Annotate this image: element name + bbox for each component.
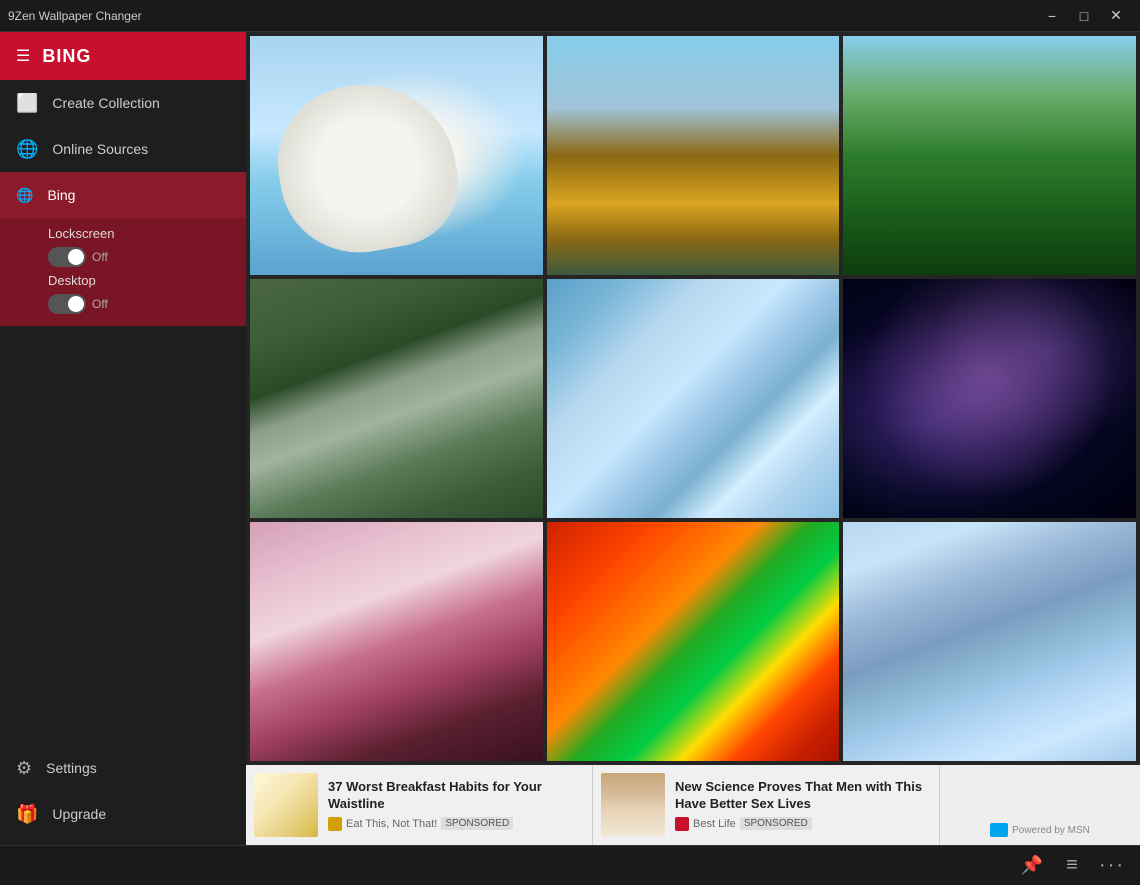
- ad-source-dot-1: [328, 817, 342, 831]
- ad-thumb-1: [254, 773, 318, 837]
- bing-label: Bing: [47, 187, 75, 203]
- title-bar-controls: − □ ✕: [1036, 0, 1132, 32]
- wallpaper-feathers[interactable]: [547, 522, 840, 761]
- more-icon: ···: [1099, 854, 1125, 877]
- desktop-toggle-group: Off: [48, 294, 108, 314]
- list-button[interactable]: ≡: [1056, 850, 1088, 882]
- sidebar-header: ☰ BING: [0, 32, 246, 80]
- desktop-toggle[interactable]: [48, 294, 86, 314]
- maximize-button[interactable]: □: [1068, 0, 1100, 32]
- wallpaper-autumn[interactable]: [547, 36, 840, 275]
- desktop-status: Off: [92, 297, 108, 311]
- ad-source-name-1: Eat This, Not That!: [346, 818, 437, 830]
- sidebar-item-create-collection[interactable]: ⬜ Create Collection: [0, 80, 246, 126]
- ad-source-name-2: Best Life: [693, 818, 736, 830]
- bing-icon: 🌐: [16, 187, 33, 204]
- lockscreen-status: Off: [92, 250, 108, 264]
- pin-button[interactable]: 📌: [1016, 850, 1048, 882]
- app-name: 9Zen Wallpaper Changer: [8, 9, 142, 23]
- wallpaper-ice[interactable]: [843, 522, 1136, 761]
- ad-item-1[interactable]: 37 Worst Breakfast Habits for Your Waist…: [246, 765, 593, 845]
- bing-toggles: Lockscreen Off Desktop Of: [0, 218, 246, 326]
- title-bar: 9Zen Wallpaper Changer − □ ✕: [0, 0, 1140, 32]
- ad-powered: Powered by MSN: [940, 765, 1140, 845]
- wallpaper-cherry[interactable]: [250, 522, 543, 761]
- wallpaper-waterfall[interactable]: [250, 279, 543, 518]
- ad-thumb-2: [601, 773, 665, 837]
- close-button[interactable]: ✕: [1100, 0, 1132, 32]
- lockscreen-toggle[interactable]: [48, 247, 86, 267]
- wallpaper-forest[interactable]: [843, 36, 1136, 275]
- desktop-toggle-row: Desktop: [48, 273, 230, 288]
- sidebar-bottom: ⚙ Settings 🎁 Upgrade: [0, 745, 246, 845]
- hamburger-icon[interactable]: ☰: [16, 46, 30, 66]
- content-area: 37 Worst Breakfast Habits for Your Waist…: [246, 32, 1140, 845]
- bing-container: 🌐 Bing Lockscreen Off Desktop: [0, 172, 246, 326]
- sidebar-nav: ⬜ Create Collection 🌐 Online Sources 🌐 B…: [0, 80, 246, 845]
- main-layout: ☰ BING ⬜ Create Collection 🌐 Online Sour…: [0, 32, 1140, 845]
- ad-powered-text: Powered by MSN: [990, 823, 1090, 837]
- ad-content-1: 37 Worst Breakfast Habits for Your Waist…: [328, 779, 584, 831]
- lockscreen-toggle-row: Lockscreen: [48, 226, 230, 241]
- sidebar-title: BING: [42, 46, 91, 67]
- lockscreen-toggle-control: Off: [48, 247, 230, 267]
- desktop-label: Desktop: [48, 273, 96, 288]
- sidebar-item-bing[interactable]: 🌐 Bing: [0, 172, 246, 218]
- online-sources-label: Online Sources: [52, 141, 148, 157]
- ad-title-2: New Science Proves That Men with This Ha…: [675, 779, 931, 813]
- lockscreen-label: Lockscreen: [48, 226, 114, 241]
- minimize-button[interactable]: −: [1036, 0, 1068, 32]
- ad-title-1: 37 Worst Breakfast Habits for Your Waist…: [328, 779, 584, 813]
- msn-logo: [990, 823, 1008, 837]
- bottom-bar: 📌 ≡ ···: [0, 845, 1140, 885]
- sidebar-item-online-sources[interactable]: 🌐 Online Sources: [0, 126, 246, 172]
- wallpaper-glacier-aerial[interactable]: [547, 279, 840, 518]
- ad-source-1: Eat This, Not That! SPONSORED: [328, 817, 584, 831]
- wallpaper-pelican[interactable]: [250, 36, 543, 275]
- ad-content-2: New Science Proves That Men with This Ha…: [675, 779, 931, 831]
- upgrade-icon: 🎁: [16, 804, 38, 825]
- upgrade-label: Upgrade: [52, 806, 106, 822]
- sidebar-item-settings[interactable]: ⚙ Settings: [0, 745, 246, 791]
- sidebar-item-upgrade[interactable]: 🎁 Upgrade: [0, 791, 246, 837]
- ad-source-2: Best Life SPONSORED: [675, 817, 931, 831]
- more-button[interactable]: ···: [1096, 850, 1128, 882]
- desktop-toggle-control: Off: [48, 294, 230, 314]
- lockscreen-toggle-group: Off: [48, 247, 108, 267]
- ad-banner: 37 Worst Breakfast Habits for Your Waist…: [246, 765, 1140, 845]
- list-icon: ≡: [1066, 854, 1078, 877]
- ad-source-dot-2: [675, 817, 689, 831]
- pin-icon: 📌: [1021, 855, 1043, 876]
- wallpaper-grid: [246, 32, 1140, 765]
- create-collection-label: Create Collection: [52, 95, 159, 111]
- settings-label: Settings: [46, 760, 97, 776]
- powered-by-label: Powered by MSN: [1012, 825, 1090, 836]
- create-collection-icon: ⬜: [16, 93, 38, 114]
- sidebar: ☰ BING ⬜ Create Collection 🌐 Online Sour…: [0, 32, 246, 845]
- wallpaper-milkyway[interactable]: [843, 279, 1136, 518]
- ad-item-2[interactable]: New Science Proves That Men with This Ha…: [593, 765, 940, 845]
- ad-sponsored-2: SPONSORED: [740, 817, 812, 830]
- ad-sponsored-1: SPONSORED: [441, 817, 513, 830]
- settings-icon: ⚙: [16, 758, 32, 779]
- title-bar-left: 9Zen Wallpaper Changer: [8, 9, 142, 23]
- online-sources-icon: 🌐: [16, 139, 38, 160]
